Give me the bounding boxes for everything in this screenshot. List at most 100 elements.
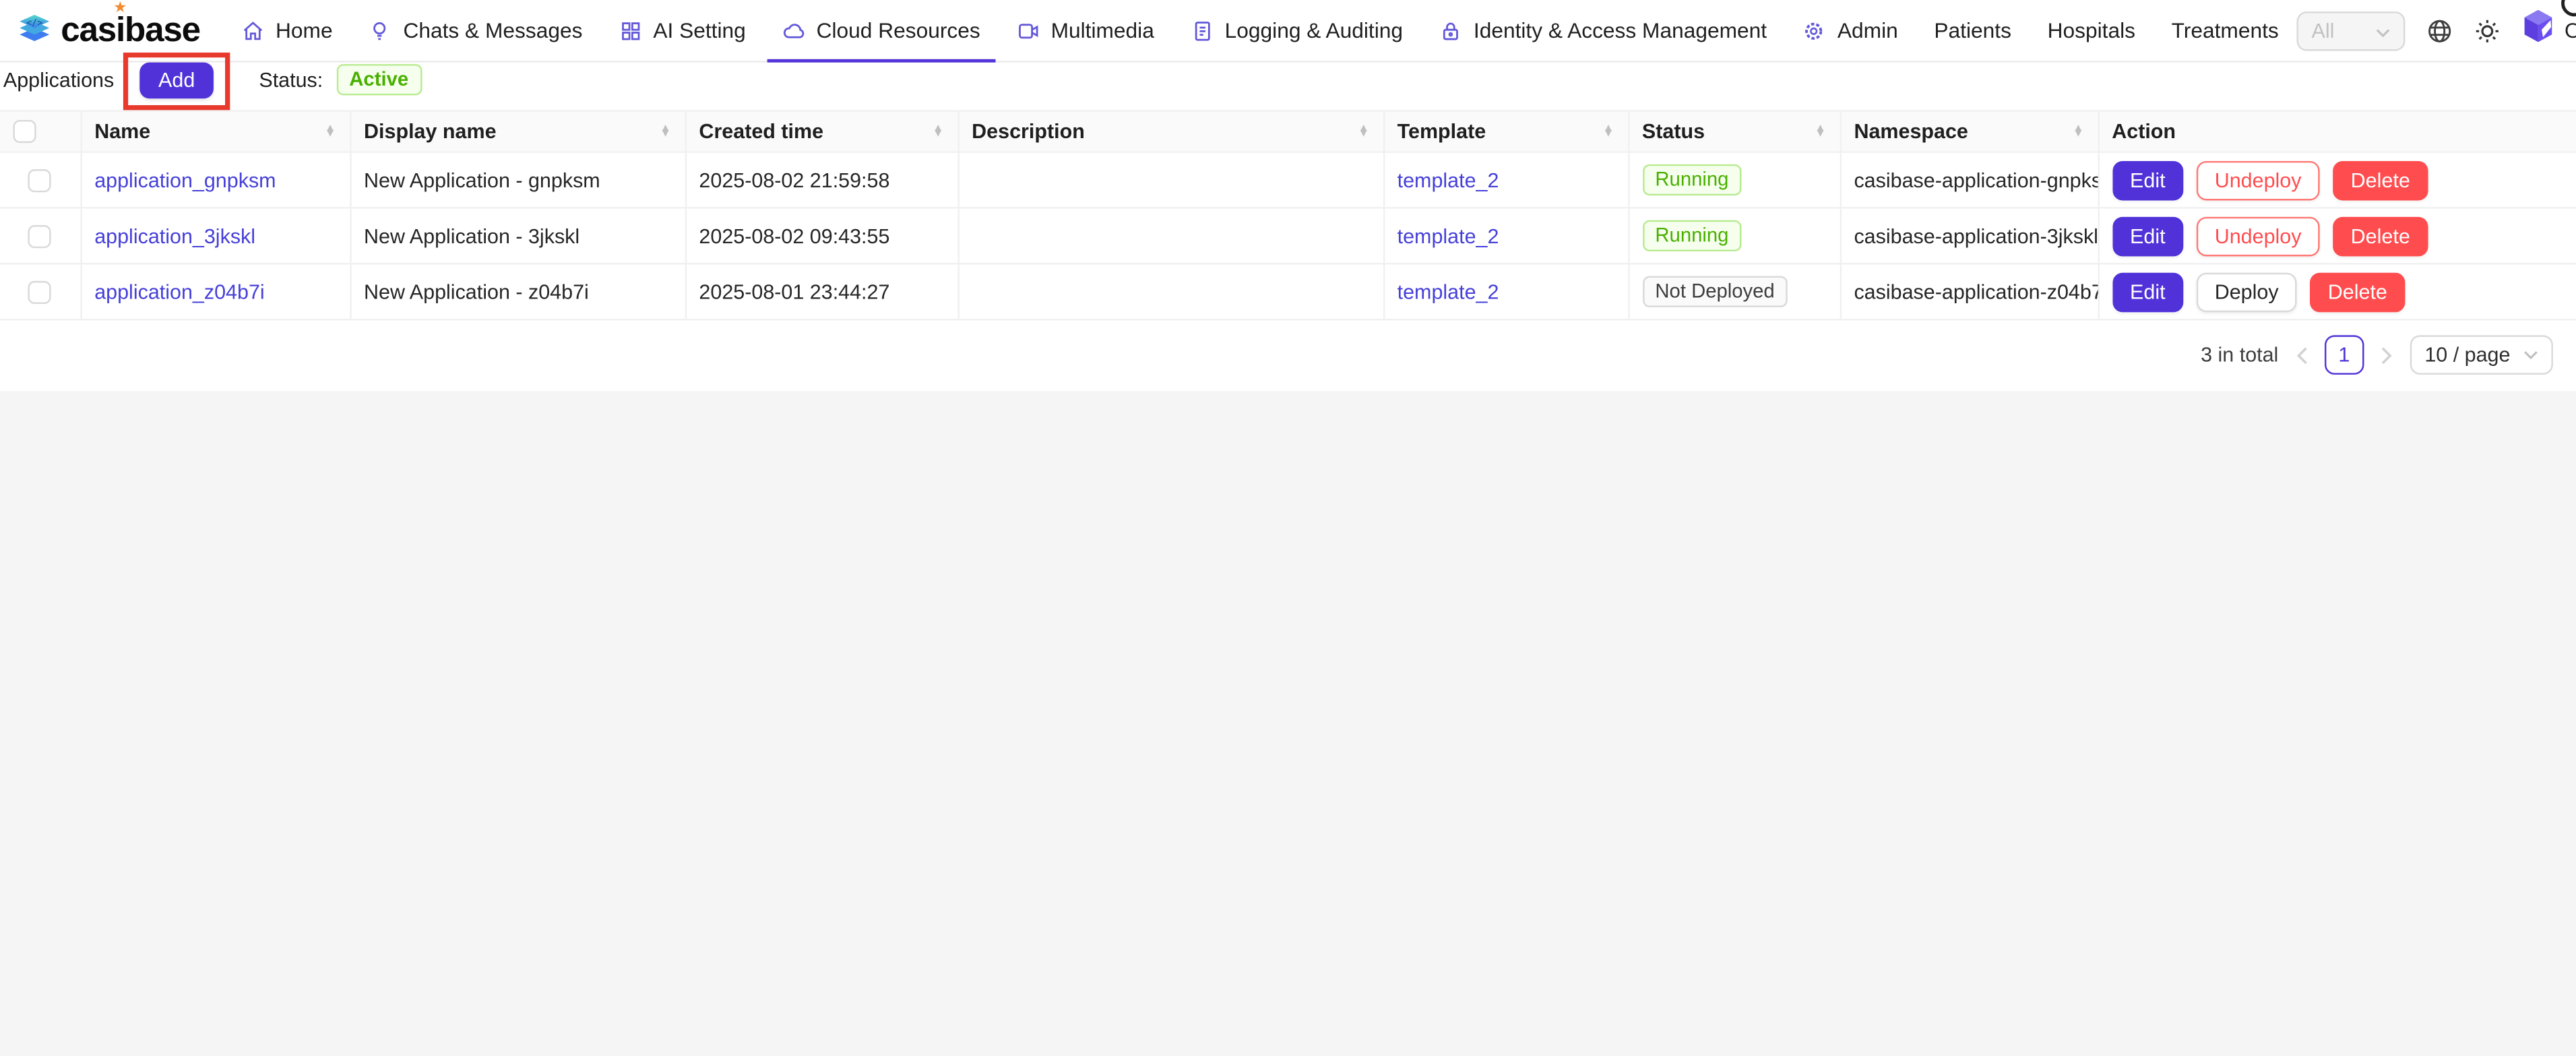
gear-icon: [1803, 19, 1826, 42]
topbar-right: All OrgAdmi: [2297, 8, 2576, 53]
add-button[interactable]: Add: [140, 61, 213, 98]
template-link[interactable]: template_2: [1397, 168, 1499, 191]
description-cell: [957, 152, 1383, 208]
nav-item-ai-setting[interactable]: AI Setting: [600, 0, 763, 61]
nav-item-admin[interactable]: Admin: [1785, 0, 1916, 61]
organization-select-value: All: [2312, 19, 2335, 42]
table-row: application_z04b7i New Application - z04…: [0, 263, 2576, 319]
row-checkbox[interactable]: [28, 225, 51, 248]
column-header-description[interactable]: Description▲▼: [957, 111, 1383, 152]
top-navigation-bar: </> casibase Home Chats & Messages: [0, 0, 2576, 63]
user-name: OrgAdmin: [2565, 18, 2576, 43]
nav-item-multimedia[interactable]: Multimedia: [999, 0, 1172, 61]
nav-item-hospitals[interactable]: Hospitals: [2030, 0, 2154, 61]
namespace-cell: casibase-application-z04b7i: [1840, 263, 2098, 319]
log-file-icon: [1190, 19, 1213, 42]
lock-icon: [1439, 19, 1462, 42]
description-cell: [957, 263, 1383, 319]
table-header-row: Name▲▼ Display name▲▼ Created time▲▼ Des…: [0, 111, 2576, 152]
organization-select[interactable]: All: [2297, 11, 2406, 51]
edit-button[interactable]: Edit: [2112, 160, 2183, 200]
application-name-link[interactable]: application_3jkskl: [94, 224, 255, 247]
edit-button[interactable]: Edit: [2112, 272, 2183, 312]
chevron-down-icon: [2376, 19, 2391, 42]
column-header-created-time[interactable]: Created time▲▼: [685, 111, 958, 152]
nav-item-cloud-resources[interactable]: Cloud Resources: [764, 0, 999, 61]
namespace-cell: casibase-application-3jkskl: [1840, 208, 2098, 263]
brand-name: casibase: [61, 11, 200, 51]
nav-item-label: Patients: [1934, 18, 2011, 43]
nav-item-logging-auditing[interactable]: Logging & Auditing: [1172, 0, 1421, 61]
column-header-template[interactable]: Template▲▼: [1383, 111, 1628, 152]
column-header-name[interactable]: Name▲▼: [80, 111, 350, 152]
delete-button[interactable]: Delete: [2333, 160, 2428, 200]
template-link[interactable]: template_2: [1397, 224, 1499, 247]
nav-item-home[interactable]: Home: [223, 0, 350, 61]
display-name-cell: New Application - z04b7i: [350, 263, 685, 319]
template-link[interactable]: template_2: [1397, 280, 1499, 303]
page-title: Applications: [3, 68, 114, 91]
display-name-cell: New Application - 3jkskl: [350, 208, 685, 263]
svg-text:</>: </>: [26, 18, 42, 28]
column-header-action: Action: [2098, 111, 2576, 152]
row-checkbox[interactable]: [28, 169, 51, 192]
applications-page: Applications Add Status: Active Name▲▼ D…: [0, 63, 2576, 392]
application-name-link[interactable]: application_gnpksm: [94, 168, 276, 191]
description-cell: [957, 208, 1383, 263]
created-time-cell: 2025-08-02 21:59:58: [685, 152, 958, 208]
nav-item-label: Cloud Resources: [817, 18, 980, 43]
undeploy-button[interactable]: Undeploy: [2197, 216, 2319, 256]
casibase-logo[interactable]: </> casibase: [13, 9, 200, 51]
applications-table: Name▲▼ Display name▲▼ Created time▲▼ Des…: [0, 110, 2576, 320]
bulb-icon: [369, 19, 391, 42]
nav-item-label: Treatments: [2172, 18, 2279, 43]
nav-item-patients[interactable]: Patients: [1916, 0, 2030, 61]
sort-icon[interactable]: ▲▼: [1603, 126, 1614, 137]
main-menu: Home Chats & Messages AI Setting Cloud R…: [223, 0, 2297, 61]
created-time-cell: 2025-08-02 09:43:55: [685, 208, 958, 263]
table-row: application_3jkskl New Application - 3jk…: [0, 208, 2576, 263]
sort-icon[interactable]: ▲▼: [1815, 126, 1826, 137]
page-size-select[interactable]: 10 / page: [2410, 335, 2552, 375]
sort-icon[interactable]: ▲▼: [933, 126, 944, 137]
pagination-total: 3 in total: [2201, 344, 2278, 367]
app-viewport: </> casibase Home Chats & Messages: [0, 0, 2576, 1056]
theme-sun-icon[interactable]: [2474, 18, 2501, 44]
namespace-cell: casibase-application-gnpksm: [1840, 152, 2098, 208]
sort-icon[interactable]: ▲▼: [2073, 126, 2084, 137]
delete-button[interactable]: Delete: [2333, 216, 2428, 256]
display-name-cell: New Application - gnpksm: [350, 152, 685, 208]
select-all-checkbox[interactable]: [13, 121, 36, 144]
delete-button[interactable]: Delete: [2310, 272, 2406, 312]
nav-item-label: Admin: [1837, 18, 1898, 43]
status-filter-badge[interactable]: Active: [336, 64, 422, 95]
page-size-value: 10 / page: [2424, 344, 2510, 367]
nav-item-chats-messages[interactable]: Chats & Messages: [350, 0, 600, 61]
page-number-1[interactable]: 1: [2325, 335, 2364, 375]
column-header-display-name[interactable]: Display name▲▼: [350, 111, 685, 152]
table-row: application_gnpksm New Application - gnp…: [0, 152, 2576, 208]
nav-item-label: Chats & Messages: [403, 18, 582, 43]
created-time-cell: 2025-08-01 23:44:27: [685, 263, 958, 319]
grid-icon: [619, 19, 641, 42]
avatar: [2522, 8, 2555, 53]
home-icon: [241, 19, 264, 42]
undeploy-button[interactable]: Undeploy: [2197, 160, 2319, 200]
cloud-icon: [782, 19, 805, 42]
language-globe-icon[interactable]: [2426, 18, 2453, 44]
column-header-namespace[interactable]: Namespace▲▼: [1840, 111, 2098, 152]
next-page-icon[interactable]: [2381, 346, 2394, 364]
nav-item-treatments[interactable]: Treatments: [2154, 0, 2297, 61]
nav-item-identity-access-management[interactable]: Identity & Access Management: [1421, 0, 1785, 61]
column-header-status[interactable]: Status▲▼: [1628, 111, 1840, 152]
row-checkbox[interactable]: [28, 281, 51, 304]
nav-item-label: Multimedia: [1051, 18, 1154, 43]
deploy-button[interactable]: Deploy: [2197, 272, 2297, 312]
sort-icon[interactable]: ▲▼: [1358, 126, 1369, 137]
edit-button[interactable]: Edit: [2112, 216, 2183, 256]
sort-icon[interactable]: ▲▼: [325, 126, 336, 137]
nav-item-label: Identity & Access Management: [1474, 18, 1767, 43]
sort-icon[interactable]: ▲▼: [660, 126, 671, 137]
application-name-link[interactable]: application_z04b7i: [94, 280, 264, 303]
prev-page-icon[interactable]: [2295, 346, 2308, 364]
